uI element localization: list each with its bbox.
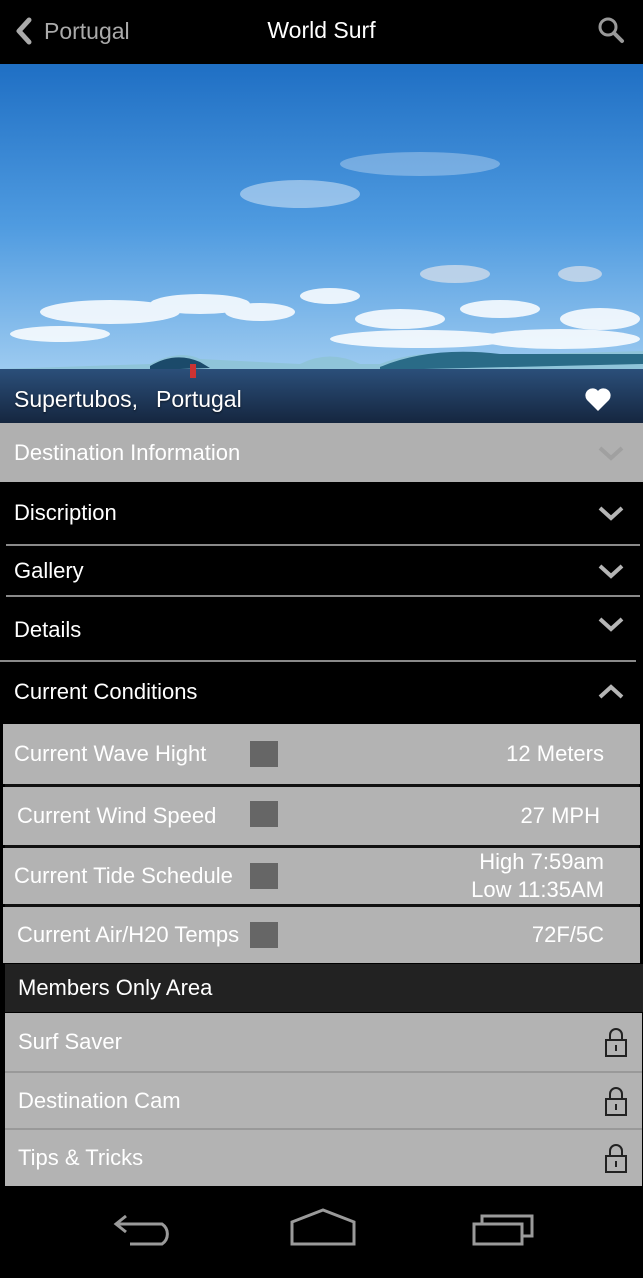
chevron-down-icon [598,506,624,521]
condition-label: Current Tide Schedule [14,863,233,888]
nav-home-button[interactable] [288,1206,358,1255]
spot-country: Portugal [156,386,242,412]
lock-icon [605,1144,627,1173]
section-label: Details [14,617,82,642]
condition-label: Current Wave Hight [14,741,207,766]
heart-icon [585,388,611,411]
spot-name: Supertubos, [14,386,139,412]
section-label: Destination Information [14,439,241,465]
lock-icon [605,1086,627,1116]
back-arrow-icon [113,1214,169,1246]
condition-row: Current Tide Schedule High 7:59am Low 11… [3,848,640,904]
tide-low: Low 11:35AM [471,877,604,902]
member-item-label: Tips & Tricks [18,1145,144,1170]
recent-apps-icon [472,1214,534,1246]
condition-value: 72F/5C [531,922,604,947]
hero-caption: Supertubos, Portugal [14,386,242,413]
condition-indicator [250,863,278,889]
search-icon [598,17,624,43]
chevron-down-icon [598,617,624,632]
page-title: World Surf [267,17,376,43]
search-button[interactable] [597,16,625,49]
condition-indicator [250,922,278,948]
tide-high: High 7:59am [479,849,604,874]
hero-image [0,64,643,423]
condition-value: 27 MPH [520,803,600,828]
condition-label: Current Wind Speed [17,803,217,828]
condition-indicator [250,741,278,767]
member-item-tips-tricks[interactable]: Tips & Tricks [5,1130,642,1186]
chevron-down-icon [598,446,624,461]
condition-row: Current Air/H20 Temps 72F/5C [3,907,640,963]
section-destination-info[interactable]: Destination Information [0,423,643,482]
member-item-destination-cam[interactable]: Destination Cam [5,1073,642,1128]
condition-value: 12 Meters [506,741,604,766]
chevron-up-icon [598,684,624,699]
condition-value: High 7:59am Low 11:35AM [471,848,604,904]
member-item-surf-saver[interactable]: Surf Saver [5,1013,642,1071]
lock-icon [605,1028,627,1057]
members-area-header: Members Only Area [5,964,643,1012]
chevron-down-icon [598,564,624,579]
section-label: Current Conditions [14,679,198,704]
divider [6,595,640,597]
system-nav-bar [0,1186,643,1278]
section-description[interactable]: Discription [0,482,643,544]
favorite-button[interactable] [584,386,612,417]
condition-indicator [250,801,278,827]
member-item-label: Surf Saver [18,1029,122,1054]
condition-row: Current Wave Hight 12 Meters [3,724,640,784]
section-label: Gallery [14,557,84,583]
section-gallery[interactable]: Gallery [0,546,643,595]
member-item-label: Destination Cam [18,1087,181,1113]
section-details[interactable]: Details [0,600,643,660]
condition-label: Current Air/H20 Temps [17,922,240,947]
condition-row: Current Wind Speed 27 MPH [3,787,640,845]
nav-recent-button[interactable] [470,1206,538,1255]
section-label: Discription [14,500,117,525]
members-title: Members Only Area [18,975,213,1000]
home-icon [290,1208,356,1246]
section-current-conditions[interactable]: Current Conditions [0,662,643,722]
nav-back-button[interactable] [112,1206,178,1255]
